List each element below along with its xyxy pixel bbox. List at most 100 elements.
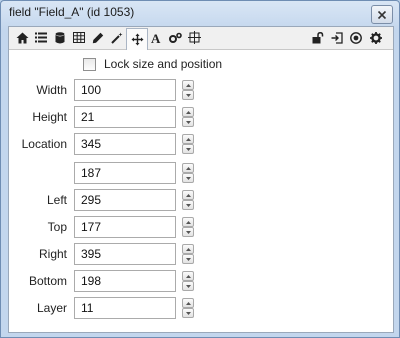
house-icon [16,32,28,43]
close-icon [377,10,387,19]
location-y-increment-button[interactable] [182,163,194,173]
unlock-button[interactable] [309,29,327,46]
location-x-stepper [182,134,194,154]
left-stepper [182,190,194,210]
location-x-decrement-button[interactable] [182,144,194,154]
close-button[interactable] [371,5,393,24]
right-label: Right [38,247,67,261]
top-field[interactable] [81,218,171,236]
chevron-down-icon [185,93,191,97]
top-increment-button[interactable] [182,217,194,227]
height-increment-button[interactable] [182,107,194,117]
height-decrement-button[interactable] [182,117,194,127]
chevron-down-icon [185,203,191,207]
top-label: Top [47,220,67,234]
location-x-row: Location [9,133,393,155]
settings-button[interactable] [367,29,385,46]
right-increment-button[interactable] [182,244,194,254]
right-field[interactable] [81,245,171,263]
layer-stepper [182,298,194,318]
table-tab[interactable] [70,29,88,46]
target-icon [350,31,362,44]
height-field[interactable] [81,108,171,126]
location-y-decrement-button[interactable] [182,173,194,183]
position-tab[interactable] [126,28,148,50]
right-field-box [74,243,176,265]
right-row: Right [9,243,393,265]
bottom-row: Bottom [9,270,393,292]
bottom-label: Bottom [28,274,67,288]
lock-size-position-checkbox[interactable] [83,57,96,71]
height-row: Height [9,106,393,128]
chevron-up-icon [185,193,191,197]
right-stepper [182,244,194,264]
top-decrement-button[interactable] [182,227,194,237]
chevron-up-icon [185,274,191,278]
magic-wand-icon [111,32,123,44]
unlock-icon [312,31,324,43]
lock-size-position-label: Lock size and position [104,57,223,71]
width-row: Width [9,79,393,101]
text-tab[interactable]: A [147,29,165,46]
inspector-client: A Lock size and position Width 100 Heigh… [8,26,394,333]
chevron-down-icon [185,257,191,261]
location-x-field-box [74,133,176,155]
grid-icon [187,31,201,44]
width-stepper [182,80,194,100]
layer-increment-button[interactable] [182,298,194,308]
bottom-field-box [74,270,176,292]
width-increment-button[interactable] [182,80,194,90]
table-icon [73,32,85,43]
right-decrement-button[interactable] [182,254,194,264]
chevron-up-icon [185,301,191,305]
height-stepper [182,107,194,127]
location-y-row [9,162,393,184]
top-stepper [182,217,194,237]
left-row: Left [9,189,393,211]
chevron-up-icon [185,137,191,141]
location-x-field[interactable] [81,135,171,153]
bottom-field[interactable] [81,272,171,290]
location-y-field[interactable] [81,164,171,182]
width-field[interactable] [81,81,171,99]
bottom-increment-button[interactable] [182,271,194,281]
effects-tab[interactable] [108,29,126,46]
top-row: Top [9,216,393,238]
chevron-up-icon [185,166,191,170]
layer-label: Layer [36,301,67,315]
data-tab[interactable] [51,29,69,46]
custom-properties-tab[interactable] [166,29,184,46]
left-field[interactable] [81,191,171,209]
left-increment-button[interactable] [182,190,194,200]
height-field-box [74,106,176,128]
bottom-decrement-button[interactable] [182,281,194,291]
svg-text:A: A [151,32,161,44]
contents-tab[interactable] [32,29,50,46]
location-y-stepper [182,163,194,183]
chevron-up-icon [185,83,191,87]
colors-tab[interactable] [89,29,107,46]
basic-properties-tab[interactable] [13,29,31,46]
location-x-increment-button[interactable] [182,134,194,144]
chevron-down-icon [185,120,191,124]
width-label: Width [36,83,67,97]
chevron-down-icon [185,311,191,315]
import-icon [331,31,343,44]
width-decrement-button[interactable] [182,90,194,100]
chevron-up-icon [185,247,191,251]
geometry-tab[interactable] [185,29,203,46]
lock-size-position-row: Lock size and position [83,57,222,71]
width-field-box [74,79,176,101]
gears-icon [168,32,182,43]
inspector-toolbar: A [9,27,393,50]
list-icon [35,32,47,43]
database-icon [55,31,65,43]
left-decrement-button[interactable] [182,200,194,210]
left-field-box [74,189,176,211]
layer-decrement-button[interactable] [182,308,194,318]
target-button[interactable] [347,29,365,46]
layer-field[interactable] [81,299,171,317]
import-button[interactable] [328,29,346,46]
title-bar[interactable]: field "Field_A" (id 1053) [1,1,399,25]
move-icon [131,33,143,46]
